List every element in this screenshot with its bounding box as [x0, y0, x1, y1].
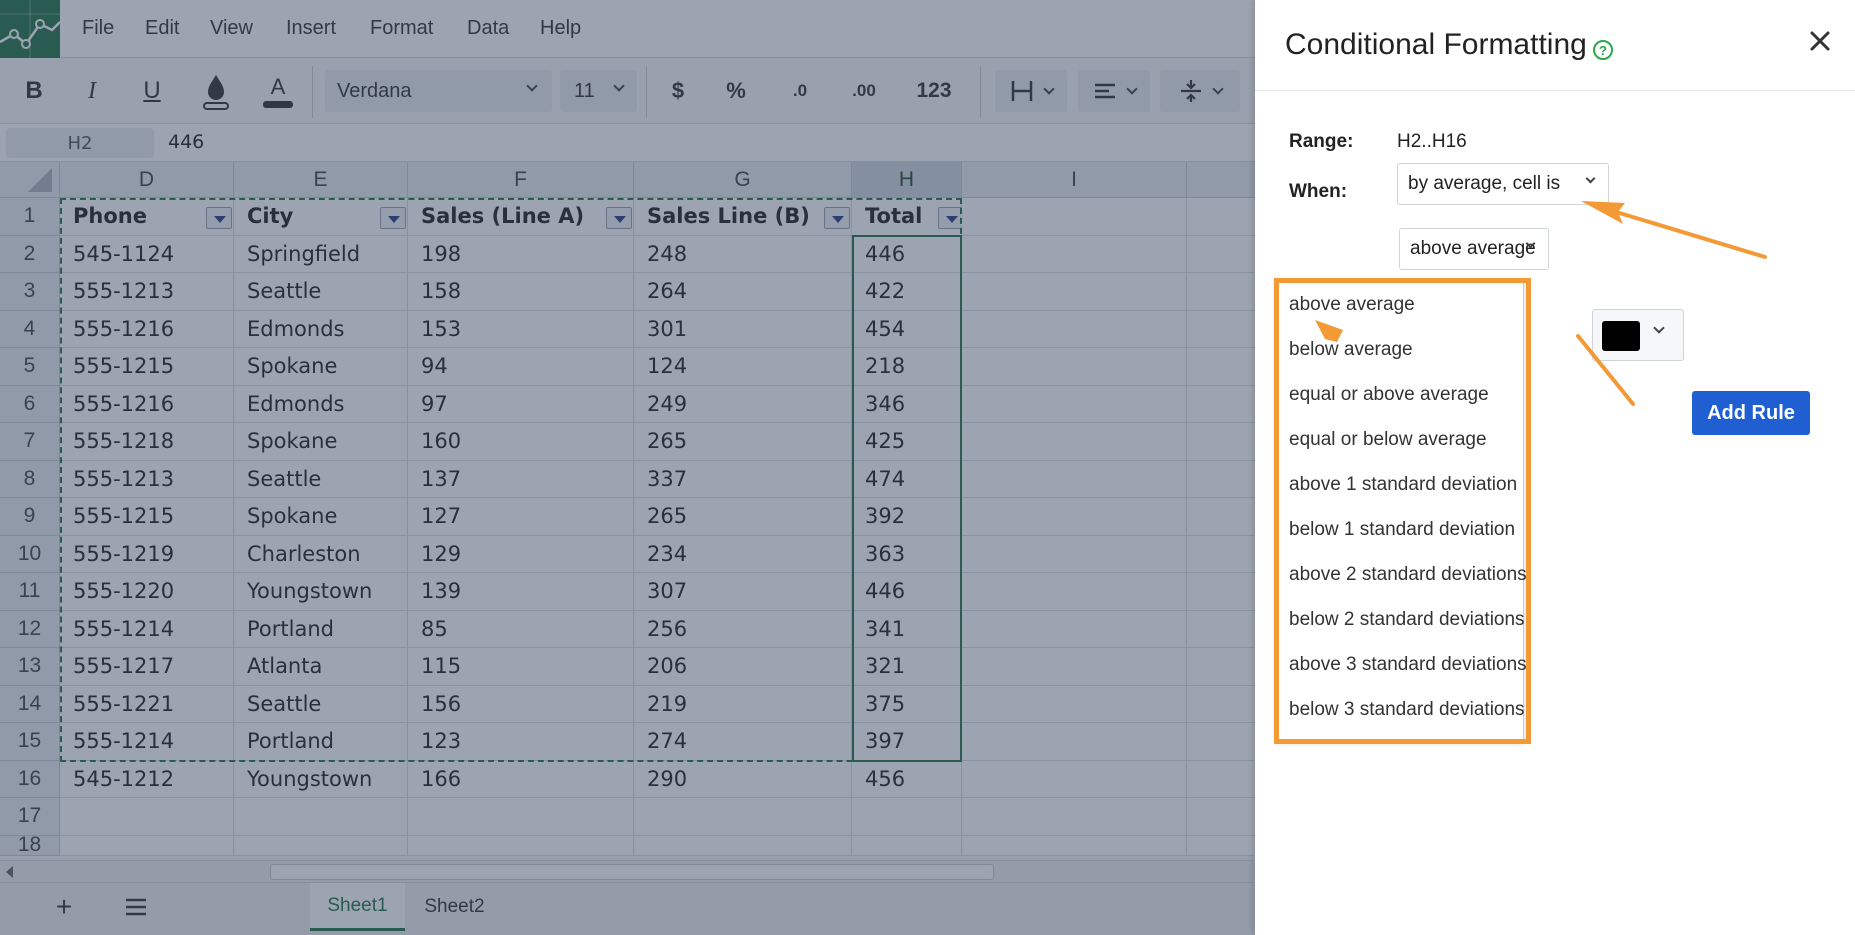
- rule-type-select[interactable]: by average, cell is: [1397, 163, 1609, 205]
- option-equal-or-below-average[interactable]: equal or below average: [1278, 417, 1523, 462]
- range-label: Range:: [1289, 131, 1354, 152]
- option-below-1-std-dev[interactable]: below 1 standard deviation: [1278, 507, 1523, 552]
- close-icon[interactable]: [1807, 28, 1833, 54]
- color-swatch: [1602, 321, 1640, 351]
- panel-title: Conditional Formatting: [1285, 28, 1587, 61]
- option-above-2-std-dev[interactable]: above 2 standard deviations: [1278, 552, 1527, 597]
- condition-select[interactable]: above average: [1399, 228, 1549, 270]
- annotation-arrow-when-shaft: [1601, 206, 1767, 259]
- condition-dropdown-list: above average below average equal or abo…: [1277, 281, 1527, 741]
- condition-value: above average: [1410, 238, 1536, 259]
- help-icon[interactable]: ?: [1593, 40, 1613, 60]
- format-color-picker[interactable]: [1592, 309, 1684, 361]
- chevron-down-icon: [1585, 173, 1596, 184]
- option-above-3-std-dev[interactable]: above 3 standard deviations: [1278, 642, 1527, 687]
- conditional-formatting-panel: Conditional Formatting ? Range: H2..H16 …: [1255, 0, 1855, 935]
- option-below-average[interactable]: below average: [1278, 327, 1523, 372]
- when-label: When:: [1289, 181, 1348, 202]
- chevron-down-icon: [1653, 322, 1665, 334]
- option-below-3-std-dev[interactable]: below 3 standard deviations: [1278, 687, 1525, 732]
- option-above-1-std-dev[interactable]: above 1 standard deviation: [1278, 462, 1523, 507]
- option-below-2-std-dev[interactable]: below 2 standard deviations: [1278, 597, 1525, 642]
- add-rule-button[interactable]: Add Rule: [1692, 391, 1810, 435]
- rule-type-value: by average, cell is: [1408, 173, 1561, 194]
- range-value: H2..H16: [1397, 131, 1467, 152]
- panel-divider: [1255, 90, 1855, 91]
- modal-backdrop[interactable]: [0, 0, 1255, 935]
- option-equal-or-above-average[interactable]: equal or above average: [1278, 372, 1523, 417]
- option-above-average[interactable]: above average: [1278, 282, 1523, 327]
